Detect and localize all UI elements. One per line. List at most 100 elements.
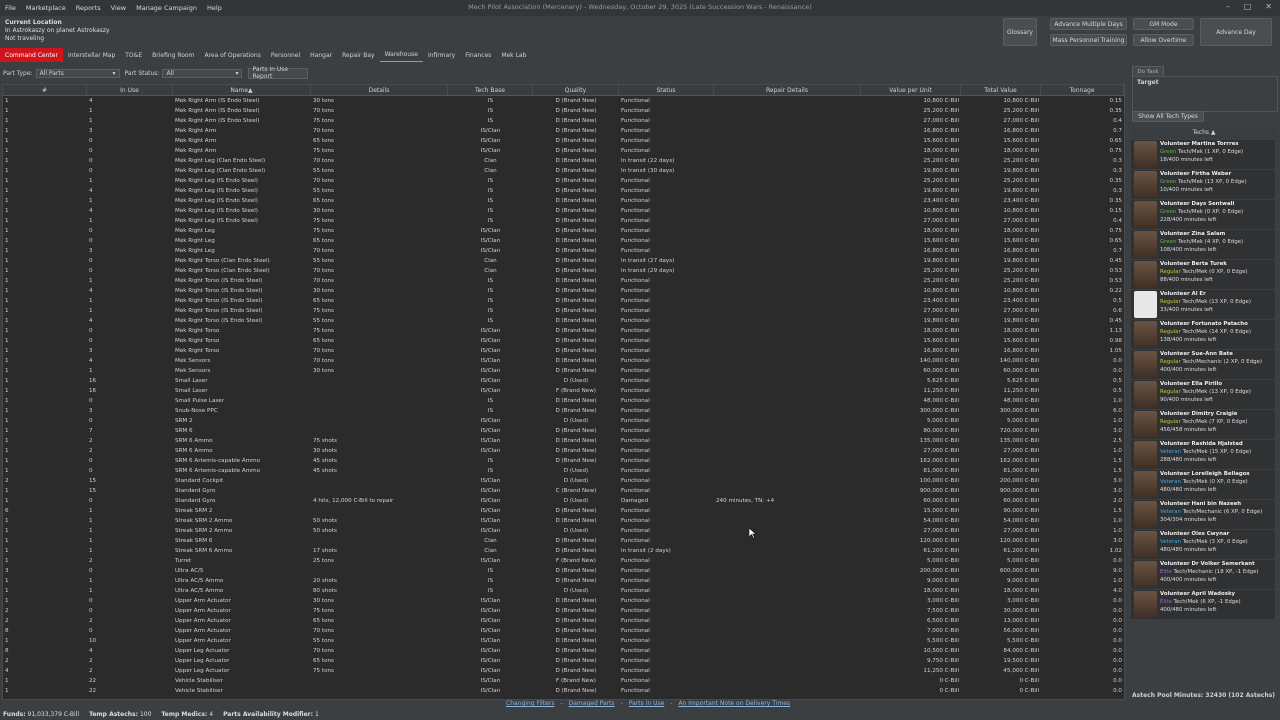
part-status-select[interactable]: All ▾ — [162, 68, 243, 78]
tech-item[interactable]: Volunteer Sue-Ann Bate Regular Tech/Mecha… — [1131, 350, 1275, 379]
tech-item[interactable]: Volunteer Ella Pirillo Regular Tech/Mek (… — [1131, 380, 1275, 409]
table-row[interactable]: 1 2 SRM 6 Ammo 75 shots IS/Clan D (Brand New)… — [3, 436, 1124, 446]
table-row[interactable]: 1 10 Upper Arm Actuator 55 tons IS/Clan D (Br… — [3, 636, 1124, 646]
table-row[interactable]: 1 1 Mek Right Arm (IS Endo Steel) 75 tons IS… — [3, 116, 1124, 126]
table-row[interactable]: 2 2 Upper Arm Actuator 65 tons IS/Clan D (Bra… — [3, 616, 1124, 626]
gm-mode-button[interactable]: GM Mode — [1133, 18, 1194, 30]
table-row[interactable]: 1 1 Mek Right Torso (IS Endo Steel) 75 tons… — [3, 306, 1124, 316]
tab-warehouse[interactable]: Warehouse — [379, 48, 423, 62]
col-in-use[interactable]: In Use — [87, 85, 173, 95]
col-tech-base[interactable]: Tech Base — [448, 85, 533, 95]
table-row[interactable]: 1 2 SRM 6 Ammo 30 shots IS/Clan D (Brand New)… — [3, 446, 1124, 456]
table-row[interactable]: 1 0 Mek Right Leg (Clan Endo Steel) 55 tons… — [3, 166, 1124, 176]
col-value-per-unit[interactable]: Value per Unit — [861, 85, 961, 95]
show-all-tech-types-button[interactable]: Show All Tech Types — [1132, 111, 1204, 122]
table-row[interactable]: 1 4 Mek Right Leg (IS Endo Steel) 55 tons IS… — [3, 186, 1124, 196]
table-row[interactable]: 8 0 Upper Arm Actuator 70 tons IS/Clan D (Bra… — [3, 626, 1124, 636]
table-row[interactable]: 1 15 Standard Gyro IS/Clan C (Brand New) Func… — [3, 486, 1124, 496]
table-row[interactable]: 1 4 Mek Right Torso (IS Endo Steel) 55 tons… — [3, 316, 1124, 326]
tech-item[interactable]: Volunteer Dimitry Craigie Regular Tech/Me… — [1131, 410, 1275, 439]
table-row[interactable]: 1 0 Upper Arm Actuator 30 tons IS/Clan D (Bra… — [3, 596, 1124, 606]
table-row[interactable]: 1 1 Mek Right Torso (IS Endo Steel) 65 tons… — [3, 296, 1124, 306]
part-type-select[interactable]: All Parts ▾ — [35, 68, 120, 78]
tab-hangar[interactable]: Hangar — [305, 48, 337, 62]
link-damaged-parts[interactable]: Damaged Parts — [569, 700, 615, 707]
minimize-icon[interactable]: – — [1226, 2, 1230, 11]
table-row[interactable]: 1 7 SRM 6 IS/Clan D (Brand New) Functional 80,… — [3, 426, 1124, 436]
table-row[interactable]: 1 1 Ultra AC/5 Ammo 20 shots IS D (Brand New)… — [3, 576, 1124, 586]
table-row[interactable]: 1 4 Mek Right Arm (IS Endo Steel) 30 tons IS… — [3, 96, 1124, 106]
menu-reports[interactable]: Reports — [71, 4, 106, 12]
techs-column-header[interactable]: Techs ▲ — [1132, 128, 1276, 138]
mass-personnel-training-button[interactable]: Mass Personnel Training — [1050, 34, 1127, 46]
table-row[interactable]: 1 0 Mek Right Leg (Clan Endo Steel) 70 tons… — [3, 156, 1124, 166]
glossary-button[interactable]: Glossary — [1003, 18, 1037, 46]
table-row[interactable]: 1 4 Mek Right Torso (IS Endo Steel) 30 tons… — [3, 286, 1124, 296]
menu-help[interactable]: Help — [202, 4, 227, 12]
close-icon[interactable]: ✕ — [1265, 2, 1272, 11]
tech-item[interactable]: Volunteer Al Er Regular Tech/Mek (13 XP, … — [1131, 290, 1275, 319]
table-row[interactable]: 1 3 Mek Right Arm 70 tons IS/Clan D (Brand Ne… — [3, 126, 1124, 136]
table-row[interactable]: 1 22 Vehicle Stabiliser IS/Clan F (Brand New… — [3, 676, 1124, 686]
link-parts-in-use[interactable]: Parts in Use — [629, 700, 664, 707]
maximize-icon[interactable]: □ — [1244, 2, 1252, 11]
table-row[interactable]: 1 2 Turret 25 tons IS/Clan F (Brand New) Funct… — [3, 556, 1124, 566]
tech-item[interactable]: Volunteer Rashida Hjalstad Veteran Tech/M… — [1131, 440, 1275, 469]
table-row[interactable]: 1 0 Mek Right Torso (Clan Endo Steel) 70 to… — [3, 266, 1124, 276]
parts-in-use-report-button[interactable]: Parts In Use Report — [248, 66, 309, 80]
table-row[interactable]: 1 1 Mek Right Leg (IS Endo Steel) 70 tons IS… — [3, 176, 1124, 186]
table-row[interactable]: 1 1 Streak SRM 6 Clan D (Brand New) Functiona… — [3, 536, 1124, 546]
tech-item[interactable]: Volunteer April Wadosky Elite Tech/Mek (6… — [1131, 590, 1275, 619]
col-repair-details[interactable]: Repair Details — [714, 85, 861, 95]
table-row[interactable]: 4 2 Upper Leg Actuator 75 tons IS/Clan D (Bra… — [3, 666, 1124, 676]
allow-overtime-button[interactable]: Allow Overtime — [1133, 34, 1194, 46]
table-row[interactable]: 1 4 Mek Sensors 70 tons IS/Clan D (Brand New)… — [3, 356, 1124, 366]
table-row[interactable]: 2 2 Upper Leg Actuator 65 tons IS/Clan D (Bra… — [3, 656, 1124, 666]
table-row[interactable]: 1 0 Mek Right Leg 65 tons IS/Clan D (Brand Ne… — [3, 236, 1124, 246]
tech-item[interactable]: Volunteer Dr Volker Semerkant Elite Tech/… — [1131, 560, 1275, 589]
table-row[interactable]: 1 1 Mek Right Arm (IS Endo Steel) 70 tons IS… — [3, 106, 1124, 116]
table-row[interactable]: 1 16 Small Laser IS/Clan D (Used) Functional 5… — [3, 376, 1124, 386]
table-row[interactable]: 1 1 Mek Right Leg (IS Endo Steel) 65 tons IS… — [3, 196, 1124, 206]
table-row[interactable]: 1 0 Mek Right Torso 65 tons IS/Clan D (Brand … — [3, 336, 1124, 346]
table-row[interactable]: 1 1 Streak SRM 6 Ammo 17 shots Clan D (Brand … — [3, 546, 1124, 556]
tab-area-of-operations[interactable]: Area of Operations — [199, 48, 265, 62]
menu-view[interactable]: View — [106, 4, 131, 12]
tab-interstellar-map[interactable]: Interstellar Map — [63, 48, 120, 62]
table-row[interactable]: 1 16 Small Laser IS/Clan F (Brand New) Functi… — [3, 386, 1124, 396]
table-row[interactable]: 1 1 Streak SRM 2 Ammo 50 shots IS/Clan D (Use… — [3, 526, 1124, 536]
advance-multiple-days-button[interactable]: Advance Multiple Days — [1050, 18, 1127, 30]
tab-mek-lab[interactable]: Mek Lab — [496, 48, 531, 62]
tech-item[interactable]: Volunteer Hani bin Nazeeh Veteran Tech/Me… — [1131, 500, 1275, 529]
tech-item[interactable]: Volunteer Oles Cwynar Veteran Tech/Mek (3… — [1131, 530, 1275, 559]
table-row[interactable]: 1 1 Ultra AC/5 Ammo 80 shots IS D (Used) Funct… — [3, 586, 1124, 596]
table-row[interactable]: 1 0 Mek Right Arm 75 tons IS/Clan D (Brand Ne… — [3, 146, 1124, 156]
col-details[interactable]: Details — [311, 85, 448, 95]
tech-item[interactable]: Volunteer Firtha Weber Green Tech/Mek (13… — [1131, 170, 1275, 199]
menu-marketplace[interactable]: Marketplace — [21, 4, 71, 12]
table-row[interactable]: 1 3 Mek Right Torso 70 tons IS/Clan D (Brand … — [3, 346, 1124, 356]
tab-repair-bay[interactable]: Repair Bay — [337, 48, 379, 62]
tab-briefing-room[interactable]: Briefing Room — [147, 48, 199, 62]
col-tonnage[interactable]: Tonnage — [1041, 85, 1124, 95]
tab-toe[interactable]: TO&E — [120, 48, 147, 62]
table-row[interactable]: 1 0 Standard Gyro 4 hits, 12,000 C-Bill to … — [3, 496, 1124, 506]
table-row[interactable]: 1 0 Mek Right Torso (Clan Endo Steel) 55 to… — [3, 256, 1124, 266]
tech-item[interactable]: Volunteer Berta Turek Regular Tech/Mek (0… — [1131, 260, 1275, 289]
table-row[interactable]: 8 4 Upper Leg Actuator 70 tons IS/Clan D (Bra… — [3, 646, 1124, 656]
link-changing-filters[interactable]: Changing Filters — [506, 700, 554, 707]
table-row[interactable]: 1 1 Mek Right Leg (IS Endo Steel) 75 tons IS… — [3, 216, 1124, 226]
table-row[interactable]: 3 0 Ultra AC/5 IS D (Brand New) Functional 200… — [3, 566, 1124, 576]
tab-command-center[interactable]: Command Center — [0, 48, 63, 62]
table-row[interactable]: 1 1 Streak SRM 2 Ammo 50 shots IS/Clan D (Bra… — [3, 516, 1124, 526]
tech-item[interactable]: Volunteer Martina Torrres Green Tech/Mek … — [1131, 140, 1275, 169]
table-row[interactable]: 1 4 Mek Right Leg (IS Endo Steel) 30 tons IS… — [3, 206, 1124, 216]
tech-item[interactable]: Volunteer Zina Salam Green Tech/Mek (4 XP… — [1131, 230, 1275, 259]
col-status[interactable]: Status — [619, 85, 714, 95]
table-row[interactable]: 1 22 Vehicle Stabiliser IS/Clan D (Brand New… — [3, 686, 1124, 696]
table-row[interactable]: 1 3 Mek Right Leg 70 tons IS/Clan D (Brand Ne… — [3, 246, 1124, 256]
tech-item[interactable]: Volunteer Days Sentwali Green Tech/Mek (0… — [1131, 200, 1275, 229]
tab-personnel[interactable]: Personnel — [266, 48, 305, 62]
table-row[interactable]: 6 1 Streak SRM 2 IS/Clan D (Brand New) Functi… — [3, 506, 1124, 516]
table-row[interactable]: 1 0 SRM 2 IS/Clan D (Used) Functional 5,000 C-… — [3, 416, 1124, 426]
